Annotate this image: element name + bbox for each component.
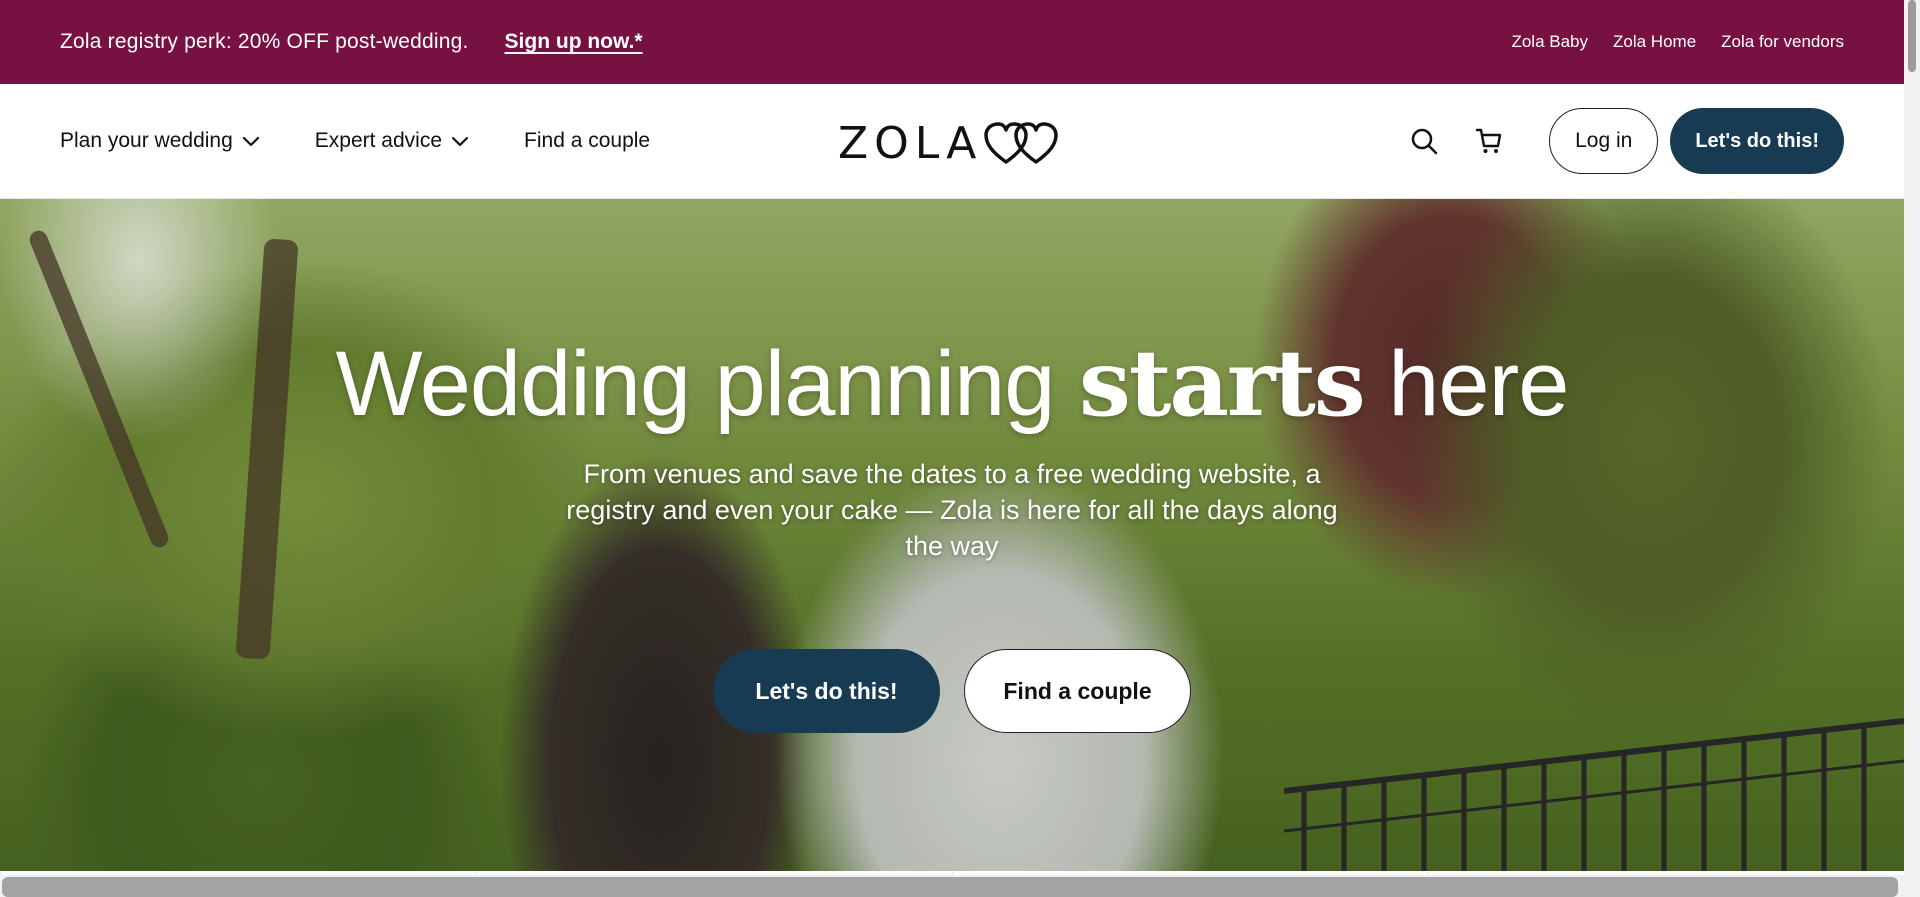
login-button[interactable]: Log in — [1549, 108, 1659, 174]
cart-button[interactable] — [1469, 121, 1509, 161]
search-button[interactable] — [1404, 121, 1444, 161]
hero-title-part2: here — [1363, 333, 1569, 435]
logo-text: ZOLA — [838, 118, 983, 169]
chevron-down-icon — [242, 136, 259, 147]
header-actions: Log in Let's do this! — [1404, 108, 1844, 174]
hero-title: Wedding planning starts here — [0, 329, 1904, 437]
page: Zola registry perk: 20% OFF post-wedding… — [0, 0, 1904, 897]
hero-title-accent: starts — [1079, 329, 1366, 437]
main-nav: Plan your wedding Expert advice Find a c… — [60, 129, 650, 153]
nav-find-label: Find a couple — [524, 129, 651, 152]
hero-actions: Let's do this! Find a couple — [0, 649, 1904, 733]
header-cta-button[interactable]: Let's do this! — [1670, 108, 1844, 174]
chevron-down-icon — [451, 136, 469, 147]
nav-plan-your-wedding[interactable]: Plan your wedding — [60, 129, 261, 153]
nav-expert-advice[interactable]: Expert advice — [315, 129, 470, 153]
nav-advice-label: Expert advice — [314, 129, 443, 152]
horizontal-scrollbar-thumb[interactable] — [2, 877, 1898, 897]
zola-home-link[interactable]: Zola Home — [1613, 32, 1696, 52]
promo-brand-links: Zola Baby Zola Home Zola for vendors — [1511, 32, 1844, 52]
heart-logo-icon — [984, 121, 1059, 164]
hero-find-couple-button[interactable]: Find a couple — [964, 649, 1191, 733]
hero-title-part1: Wedding planning — [335, 333, 1080, 435]
zola-baby-link[interactable]: Zola Baby — [1511, 32, 1588, 52]
hero-cta-button[interactable]: Let's do this! — [713, 649, 940, 733]
vertical-scrollbar-thumb[interactable] — [1908, 0, 1916, 72]
promo-signup-link[interactable]: Sign up now.* — [505, 30, 643, 54]
promo-text: Zola registry perk: 20% OFF post-wedding… — [60, 30, 469, 53]
site-header: Plan your wedding Expert advice Find a c… — [0, 84, 1904, 199]
zola-logo[interactable]: ZOLA — [838, 118, 1064, 169]
hero-subtitle: From venues and save the dates to a free… — [566, 459, 1338, 561]
zola-vendors-link[interactable]: Zola for vendors — [1721, 32, 1844, 52]
hero-section: Wedding planning starts here From venues… — [0, 199, 1904, 871]
nav-find-a-couple[interactable]: Find a couple — [524, 129, 650, 153]
search-icon — [1411, 128, 1438, 155]
promo-bar: Zola registry perk: 20% OFF post-wedding… — [0, 0, 1904, 84]
cart-icon — [1475, 128, 1502, 153]
vertical-scrollbar[interactable] — [1904, 0, 1920, 897]
nav-plan-label: Plan your wedding — [60, 129, 233, 152]
horizontal-scrollbar[interactable] — [0, 875, 1904, 897]
